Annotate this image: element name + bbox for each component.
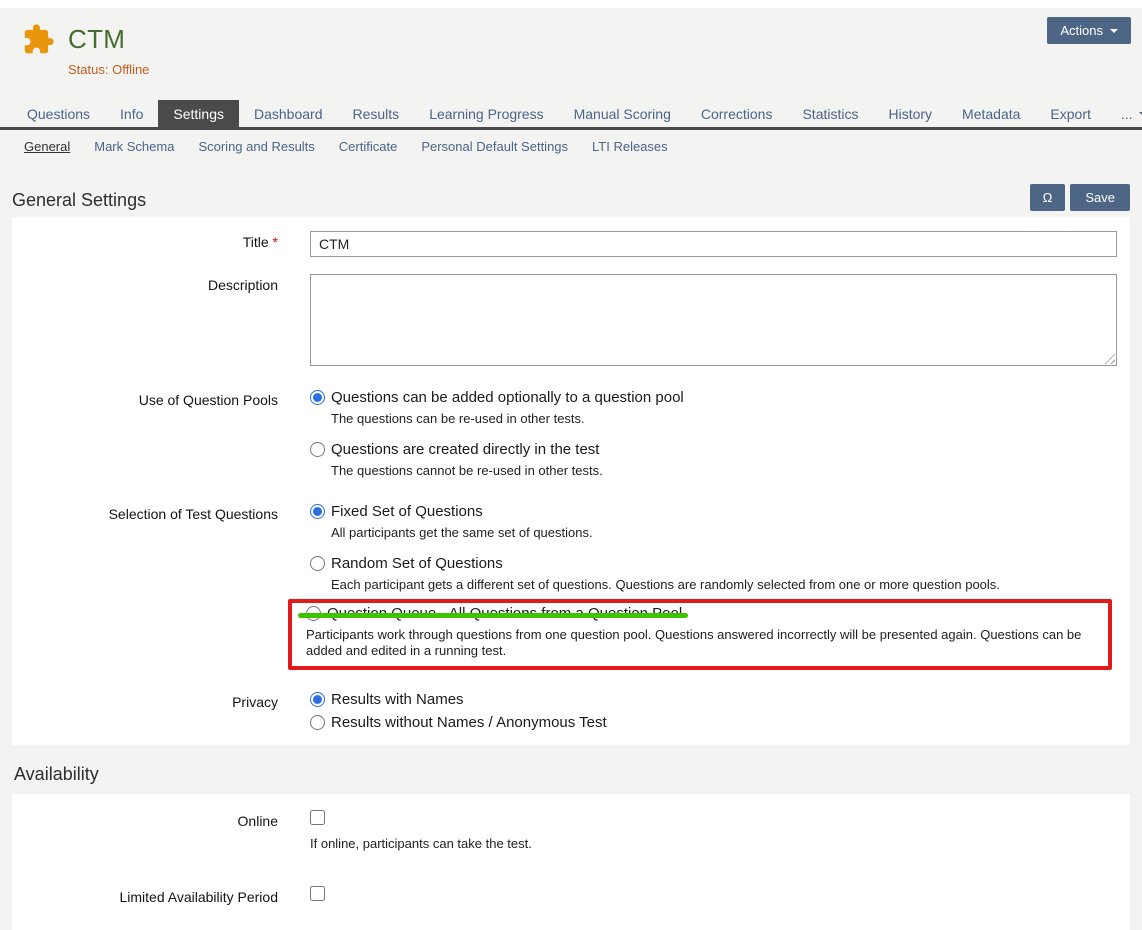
radio-help-text: Each participant gets a different set of… — [331, 577, 1117, 593]
sub-tabbar: General Mark Schema Scoring and Results … — [0, 130, 1142, 154]
omega-button[interactable]: Ω — [1030, 184, 1066, 211]
online-help-text: If online, participants can take the tes… — [310, 836, 1117, 852]
tab-statistics[interactable]: Statistics — [787, 100, 873, 127]
fixed-set-radio[interactable] — [310, 504, 325, 519]
tab-more-label: ... — [1121, 106, 1133, 122]
title-input[interactable] — [310, 231, 1117, 257]
privacy-anonymous-line: Results without Names / Anonymous Test — [310, 714, 1117, 731]
main-tabbar: Questions Info Settings Dashboard Result… — [0, 100, 1142, 130]
subtab-lti-releases[interactable]: LTI Releases — [592, 139, 668, 154]
actions-button-label: Actions — [1060, 23, 1103, 38]
online-row: Online If online, participants can take … — [12, 810, 1130, 852]
tab-manual-scoring[interactable]: Manual Scoring — [559, 100, 686, 127]
tab-metadata[interactable]: Metadata — [947, 100, 1035, 127]
radio-label: Results with Names — [331, 691, 464, 708]
privacy-label: Privacy — [12, 691, 310, 710]
question-pools-label: Use of Question Pools — [12, 389, 310, 408]
radio-label: Results without Names / Anonymous Test — [331, 714, 607, 731]
selection-option-fixed: Fixed Set of Questions All participants … — [310, 503, 1117, 541]
radio-help-text: The questions can be re-used in other te… — [331, 411, 1117, 427]
tab-export[interactable]: Export — [1035, 100, 1105, 127]
title-row: Title * — [12, 231, 1130, 257]
limited-period-label: Limited Availability Period — [12, 886, 310, 905]
pool-option-optional-line: Questions can be added optionally to a q… — [310, 389, 1117, 406]
puzzle-icon — [22, 23, 55, 56]
selection-option-random: Random Set of Questions Each participant… — [310, 555, 1117, 593]
limited-period-checkbox[interactable] — [310, 886, 325, 901]
chevron-down-icon — [1139, 112, 1142, 116]
tab-learning-progress[interactable]: Learning Progress — [414, 100, 558, 127]
selection-option-queue-line: Question Queue - All Questions from a Qu… — [306, 605, 1096, 622]
limited-period-row: Limited Availability Period — [12, 886, 1130, 906]
tab-results[interactable]: Results — [338, 100, 415, 127]
online-label: Online — [12, 810, 310, 829]
question-queue-radio[interactable] — [306, 606, 321, 621]
tab-info[interactable]: Info — [105, 100, 158, 127]
status-badge: Status: Offline — [68, 62, 1130, 77]
description-label: Description — [12, 274, 310, 293]
tab-settings[interactable]: Settings — [158, 100, 239, 127]
general-settings-heading: General Settings — [12, 190, 146, 211]
pool-optional-radio[interactable] — [310, 390, 325, 405]
availability-form: Online If online, participants can take … — [12, 794, 1130, 930]
question-queue-annotation-box: Question Queue - All Questions from a Qu… — [288, 599, 1112, 670]
radio-help-text: All participants get the same set of que… — [331, 525, 1117, 541]
tab-dashboard[interactable]: Dashboard — [239, 100, 338, 127]
radio-label: Fixed Set of Questions — [331, 503, 483, 520]
radio-label: Questions can be added optionally to a q… — [331, 389, 684, 406]
online-checkbox[interactable] — [310, 810, 325, 825]
top-strip — [0, 0, 1142, 8]
required-mark: * — [273, 234, 278, 250]
radio-label: Question Queue - All Questions from a Qu… — [327, 605, 682, 622]
subtab-personal-defaults[interactable]: Personal Default Settings — [421, 139, 568, 154]
subtab-certificate[interactable]: Certificate — [339, 139, 398, 154]
title-label-text: Title — [243, 234, 269, 250]
subtab-scoring-results[interactable]: Scoring and Results — [198, 139, 314, 154]
random-set-radio[interactable] — [310, 556, 325, 571]
availability-heading: Availability — [14, 764, 1142, 785]
pool-option-direct-line: Questions are created directly in the te… — [310, 441, 1117, 458]
question-pools-row: Use of Question Pools Questions can be a… — [12, 389, 1130, 479]
tab-more[interactable]: ... — [1106, 100, 1142, 127]
selection-option-fixed-line: Fixed Set of Questions — [310, 503, 1117, 520]
question-selection-label: Selection of Test Questions — [12, 503, 310, 522]
results-anonymous-radio[interactable] — [310, 715, 325, 730]
pool-option-direct: Questions are created directly in the te… — [310, 441, 1117, 479]
tab-questions[interactable]: Questions — [12, 100, 105, 127]
description-textarea[interactable] — [310, 274, 1117, 366]
chevron-down-icon — [1110, 29, 1118, 33]
subtab-mark-schema[interactable]: Mark Schema — [94, 139, 174, 154]
selection-option-random-line: Random Set of Questions — [310, 555, 1117, 572]
radio-help-text: Participants work through questions from… — [306, 627, 1096, 659]
tab-history[interactable]: History — [873, 100, 947, 127]
pool-option-optional: Questions can be added optionally to a q… — [310, 389, 1117, 427]
save-button[interactable]: Save — [1070, 184, 1130, 211]
general-settings-toolbar: General Settings Ω Save — [0, 184, 1142, 211]
results-with-names-radio[interactable] — [310, 692, 325, 707]
privacy-row: Privacy Results with Names Results witho… — [12, 691, 1130, 731]
radio-label: Questions are created directly in the te… — [331, 441, 599, 458]
general-settings-form: Title * Description Use of Question Pool… — [12, 217, 1130, 745]
actions-button[interactable]: Actions — [1047, 17, 1131, 44]
radio-help-text: The questions cannot be re-used in other… — [331, 463, 1117, 479]
question-selection-row: Selection of Test Questions Fixed Set of… — [12, 503, 1130, 670]
page-header: CTM Status: Offline Actions — [0, 8, 1142, 77]
page-title: CTM — [68, 24, 125, 55]
radio-label: Random Set of Questions — [331, 555, 503, 572]
description-row: Description — [12, 274, 1130, 366]
tab-corrections[interactable]: Corrections — [686, 100, 788, 127]
title-label: Title * — [12, 231, 310, 250]
privacy-with-names-line: Results with Names — [310, 691, 1117, 708]
pool-direct-radio[interactable] — [310, 442, 325, 457]
subtab-general[interactable]: General — [24, 139, 70, 154]
